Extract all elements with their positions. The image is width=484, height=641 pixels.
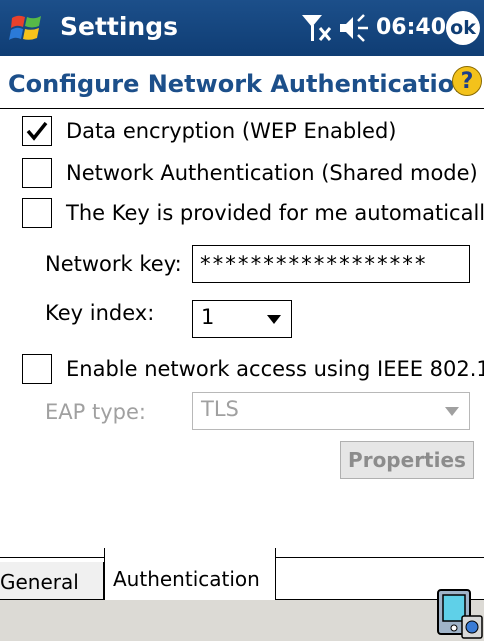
app-title: Settings bbox=[60, 12, 179, 41]
eap-type-label: EAP type: bbox=[45, 400, 146, 424]
signal-off-icon[interactable] bbox=[300, 12, 334, 44]
wep-label: Data encryption (WEP Enabled) bbox=[66, 119, 397, 143]
eap-type-value: TLS bbox=[201, 397, 239, 421]
auto-key-checkbox[interactable] bbox=[22, 198, 52, 228]
divider bbox=[0, 108, 484, 109]
shared-mode-label: Network Authentication (Shared mode) bbox=[66, 161, 478, 185]
tab-general[interactable]: General bbox=[0, 562, 104, 600]
help-icon[interactable]: ? bbox=[452, 66, 482, 96]
ieee8021x-option[interactable]: Enable network access using IEEE 802.1X bbox=[22, 354, 484, 384]
volume-icon[interactable] bbox=[338, 13, 372, 43]
network-key-label: Network key: bbox=[45, 252, 182, 276]
wep-checkbox[interactable] bbox=[22, 116, 52, 146]
page-title: Configure Network Authentication bbox=[8, 70, 472, 98]
auto-key-label: The Key is provided for me automatically bbox=[66, 201, 484, 225]
key-index-label: Key index: bbox=[45, 301, 155, 325]
input-panel-icon[interactable] bbox=[430, 576, 484, 641]
properties-button: Properties bbox=[340, 441, 474, 479]
tab-general-label: General bbox=[0, 570, 79, 594]
checkmark-icon bbox=[26, 121, 48, 141]
windows-start-icon[interactable] bbox=[8, 10, 44, 46]
shared-mode-option[interactable]: Network Authentication (Shared mode) bbox=[22, 158, 478, 188]
ieee8021x-checkbox[interactable] bbox=[22, 354, 52, 384]
key-index-select[interactable]: 1 bbox=[192, 300, 292, 338]
ok-button[interactable]: ok bbox=[446, 11, 480, 45]
clock[interactable]: 06:40 bbox=[376, 15, 446, 40]
tab-authentication-label: Authentication bbox=[113, 567, 260, 591]
network-key-input[interactable]: ****************** bbox=[192, 245, 470, 283]
eap-type-select: TLS bbox=[192, 392, 470, 430]
auto-key-option[interactable]: The Key is provided for me automatically bbox=[22, 198, 484, 228]
menu-bar bbox=[0, 600, 484, 641]
key-index-value: 1 bbox=[201, 305, 215, 329]
chevron-down-icon bbox=[267, 315, 281, 324]
shared-mode-checkbox[interactable] bbox=[22, 158, 52, 188]
chevron-down-icon bbox=[445, 407, 459, 416]
ieee8021x-label: Enable network access using IEEE 802.1X bbox=[66, 357, 484, 381]
wep-option[interactable]: Data encryption (WEP Enabled) bbox=[22, 116, 397, 146]
tab-authentication[interactable]: Authentication bbox=[104, 548, 276, 600]
